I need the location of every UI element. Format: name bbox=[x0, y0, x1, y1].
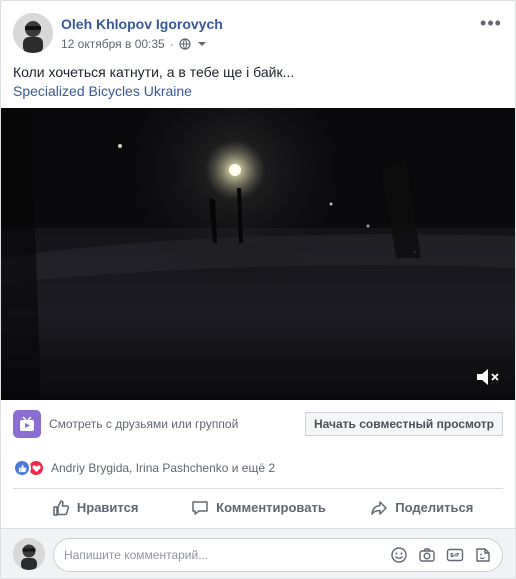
author-avatar[interactable] bbox=[13, 13, 53, 53]
reactions-summary[interactable]: Andriy Brygida, Irina Pashchenko и ещё 2 bbox=[13, 457, 503, 479]
post-header: Oleh Khlopov Igorovych 12 октября в 00:3… bbox=[13, 13, 503, 55]
post-timestamp[interactable]: 12 октября в 00:35 bbox=[61, 37, 165, 51]
volume-muted-icon[interactable] bbox=[475, 366, 501, 388]
comment-icon bbox=[192, 500, 208, 515]
like-button[interactable]: Нравится bbox=[13, 489, 176, 526]
gif-icon[interactable] bbox=[446, 546, 464, 564]
video-frame bbox=[1, 108, 515, 400]
comment-label: Комментировать bbox=[216, 500, 326, 515]
thumbs-up-icon bbox=[53, 499, 69, 516]
share-button[interactable]: Поделиться bbox=[340, 489, 503, 526]
comment-box bbox=[53, 538, 503, 572]
post-message: Коли хочеться катнути, а в тебе ще і бай… bbox=[13, 64, 295, 80]
reaction-icons bbox=[13, 459, 45, 477]
emoji-icon[interactable] bbox=[390, 546, 408, 564]
page-mention-link[interactable]: Specialized Bicycles Ukraine bbox=[13, 82, 294, 101]
author-name[interactable]: Oleh Khlopov Igorovych bbox=[61, 16, 223, 32]
watch-party-label: Смотреть с друзьями или группой bbox=[49, 417, 239, 431]
like-icon bbox=[13, 459, 31, 477]
comment-tools bbox=[390, 546, 492, 564]
post-card: Oleh Khlopov Igorovych 12 октября в 00:3… bbox=[0, 0, 516, 579]
globe-icon[interactable] bbox=[179, 38, 191, 50]
camera-icon[interactable] bbox=[418, 546, 436, 564]
start-watch-party-button[interactable]: Начать совместный просмотр bbox=[304, 412, 503, 436]
comment-button[interactable]: Комментировать bbox=[176, 489, 339, 526]
like-label: Нравится bbox=[76, 500, 139, 515]
comment-composer bbox=[1, 528, 515, 578]
post-actions: Нравится Комментировать Поделиться bbox=[13, 488, 503, 526]
post-text: Коли хочеться катнути, а в тебе ще і бай… bbox=[13, 63, 294, 101]
sticker-icon[interactable] bbox=[474, 546, 492, 564]
chevron-down-icon[interactable] bbox=[196, 38, 208, 50]
watch-party-bar: Смотреть с друзьями или группой Начать с… bbox=[13, 408, 503, 440]
reactions-text[interactable]: Andriy Brygida, Irina Pashchenko и ещё 2 bbox=[51, 461, 275, 475]
share-label: Поделиться bbox=[395, 500, 474, 515]
commenter-avatar[interactable] bbox=[13, 538, 45, 570]
comment-input[interactable] bbox=[64, 539, 364, 571]
watch-party-icon bbox=[13, 410, 41, 438]
video-player[interactable] bbox=[1, 108, 515, 400]
post-options-button[interactable]: ••• bbox=[479, 13, 503, 33]
share-icon bbox=[371, 500, 388, 515]
post-meta: 12 октября в 00:35 · bbox=[61, 37, 208, 51]
